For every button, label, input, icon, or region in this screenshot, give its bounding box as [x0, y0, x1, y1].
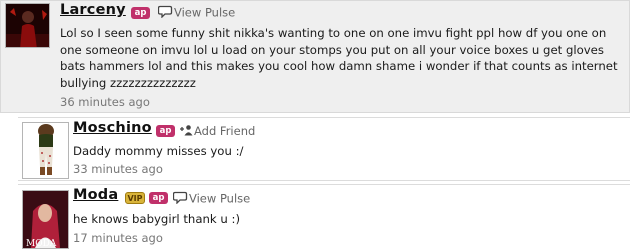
add-friend-icon	[179, 124, 193, 139]
timestamp: 33 minutes ago	[73, 162, 163, 176]
add-friend-link[interactable]: Add Friend	[179, 124, 255, 139]
view-pulse-label: View Pulse	[189, 191, 251, 206]
avatar[interactable]	[22, 122, 69, 179]
ap-badge: ap	[149, 192, 168, 204]
view-pulse-label: View Pulse	[174, 5, 236, 20]
post-text: Daddy mommy misses you :/	[73, 144, 244, 158]
pulse-reply: MODA Moda VIP ap View Pulse he knows bab…	[18, 184, 630, 250]
view-pulse-link[interactable]: View Pulse	[157, 5, 236, 21]
view-pulse-link[interactable]: View Pulse	[172, 191, 251, 207]
timestamp: 36 minutes ago	[60, 95, 150, 109]
avatar[interactable]: MODA	[22, 190, 69, 249]
pulse-reply: Moschino ap Add Friend Daddy mommy misse…	[18, 117, 630, 181]
speech-bubble-icon	[172, 191, 188, 207]
vip-badge: VIP	[125, 192, 145, 204]
avatar-image	[6, 4, 49, 47]
avatar-image: MODA	[23, 191, 68, 248]
post-text: Lol so I seen some funny shit nikka's wa…	[60, 26, 618, 90]
username-link[interactable]: Larceny	[60, 2, 126, 18]
post-text: he knows babygirl thank u :)	[73, 212, 241, 226]
username-link[interactable]: Moda	[73, 187, 118, 203]
pulse-post: Larceny ap View Pulse Lol so I seen some…	[0, 0, 630, 113]
ap-badge: ap	[131, 7, 150, 19]
svg-text:MODA: MODA	[26, 239, 57, 248]
avatar-image	[23, 123, 68, 178]
add-friend-label: Add Friend	[194, 124, 256, 138]
ap-badge: ap	[156, 125, 175, 137]
avatar[interactable]	[5, 3, 50, 48]
timestamp: 17 minutes ago	[73, 231, 163, 245]
speech-bubble-icon	[157, 5, 173, 21]
username-link[interactable]: Moschino	[73, 120, 152, 136]
